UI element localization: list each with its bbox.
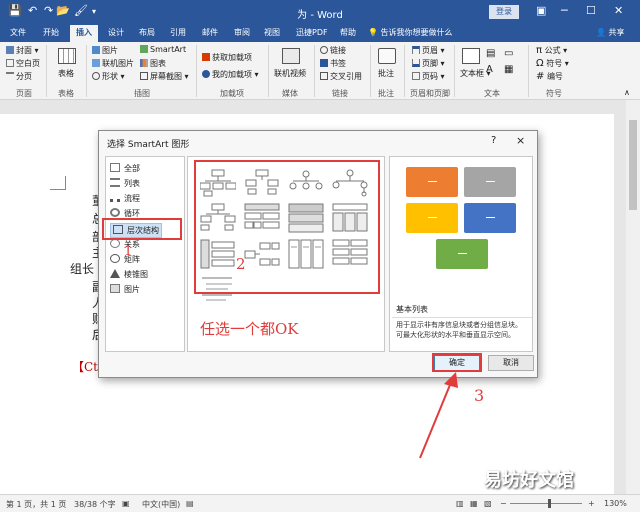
annotation-arrow — [419, 372, 458, 459]
watermark: 易坊好文馆 — [484, 470, 574, 491]
